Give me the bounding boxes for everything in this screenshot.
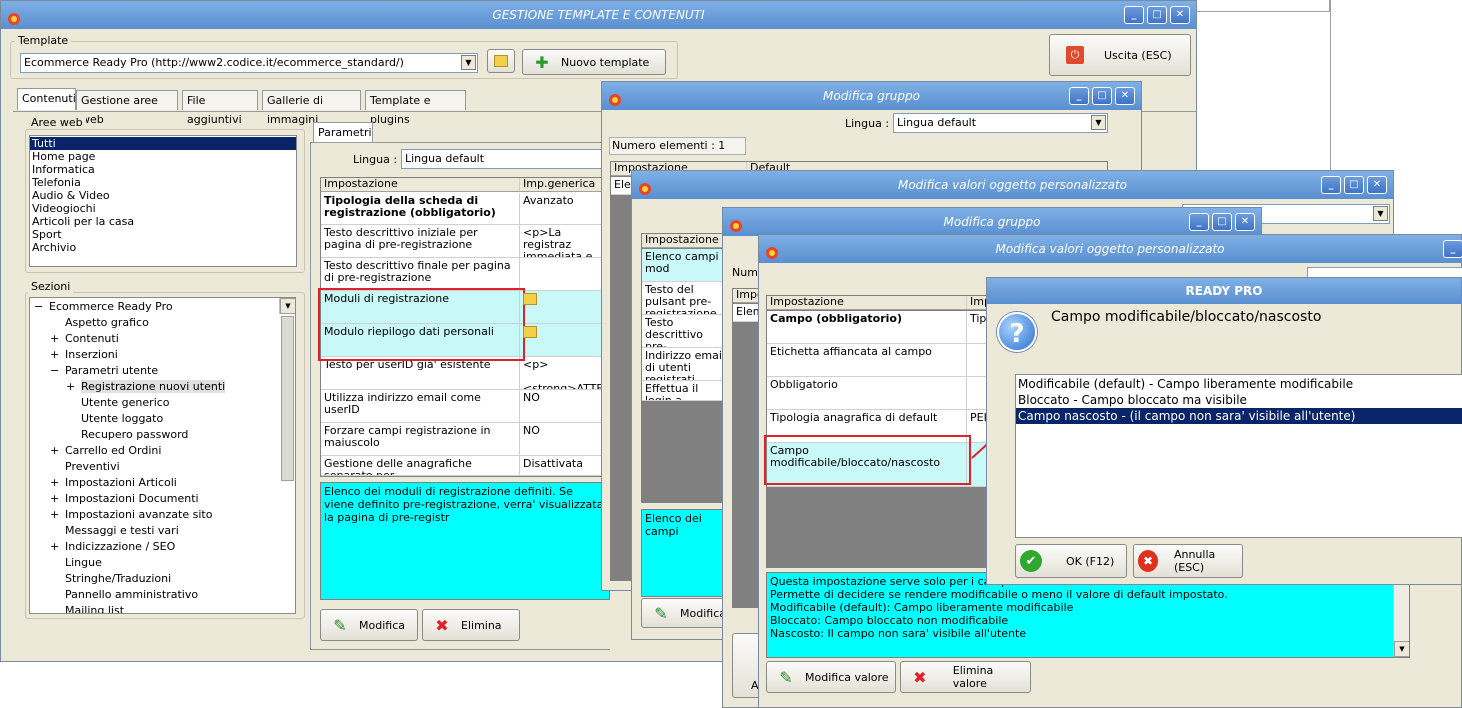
checkmark-icon: ✔: [1020, 550, 1042, 572]
options-list[interactable]: Modificabile (default) - Campo liberamen…: [1015, 374, 1462, 538]
dialog-title: READY PRO: [1185, 284, 1263, 298]
ready-pro-titlebar[interactable]: READY PRO: [987, 278, 1461, 304]
option-item[interactable]: Campo nascosto - (il campo non sara' vis…: [1016, 408, 1462, 424]
question-icon: ?: [997, 312, 1037, 352]
ready-pro-dialog: READY PRO ? Campo modificabile/bloccato/…: [986, 277, 1462, 585]
cancel-button[interactable]: ✖ Annulla (ESC): [1133, 544, 1243, 578]
option-item[interactable]: Bloccato - Campo bloccato ma visibile: [1016, 392, 1462, 408]
ok-button[interactable]: ✔ OK (F12): [1015, 544, 1127, 578]
option-item[interactable]: Modificabile (default) - Campo liberamen…: [1016, 376, 1462, 392]
dialog-question: Campo modificabile/bloccato/nascosto: [1051, 309, 1322, 325]
cancel-icon: ✖: [1138, 550, 1158, 572]
